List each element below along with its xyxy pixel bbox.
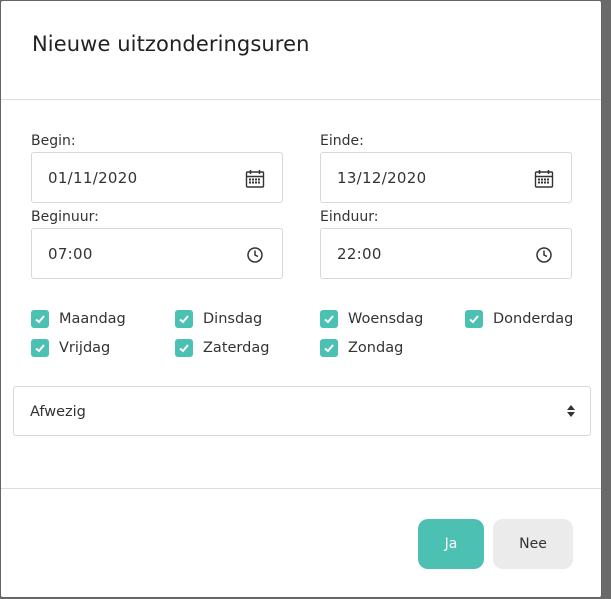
end-time-label: Einduur: <box>320 209 379 225</box>
checkmark-icon[interactable] <box>465 310 483 328</box>
end-label: Einde: <box>320 133 364 149</box>
end-time-field[interactable]: 22:00 <box>320 228 572 279</box>
calendar-icon[interactable] <box>245 169 265 189</box>
begin-date-value: 01/11/2020 <box>48 169 138 187</box>
day-label: Vrijdag <box>59 340 111 356</box>
end-time-value: 22:00 <box>337 245 382 263</box>
day-label: Woensdag <box>348 311 424 327</box>
calendar-icon[interactable] <box>534 169 554 189</box>
start-time-label: Beginuur: <box>31 209 99 225</box>
day-label: Dinsdag <box>203 311 263 327</box>
day-checkbox-vrijdag[interactable]: Vrijdag <box>31 339 110 357</box>
day-checkbox-zondag[interactable]: Zondag <box>320 339 403 357</box>
checkmark-icon[interactable] <box>175 339 193 357</box>
no-button[interactable]: Nee <box>493 519 573 569</box>
day-checkbox-zaterdag[interactable]: Zaterdag <box>175 339 269 357</box>
day-label: Zaterdag <box>203 340 270 356</box>
exception-hours-modal: Nieuwe uitzonderingsuren Begin: 01/11/20… <box>1 1 601 597</box>
checkmark-icon[interactable] <box>175 310 193 328</box>
day-label: Zondag <box>348 340 404 356</box>
checkmark-icon[interactable] <box>31 310 49 328</box>
status-select[interactable]: Afwezig <box>13 386 591 436</box>
sort-arrows-icon[interactable] <box>566 403 576 419</box>
clock-icon[interactable] <box>245 245 265 265</box>
day-checkbox-dinsdag[interactable]: Dinsdag <box>175 310 262 328</box>
day-label: Donderdag <box>493 311 574 327</box>
checkmark-icon[interactable] <box>31 339 49 357</box>
day-checkbox-maandag[interactable]: Maandag <box>31 310 126 328</box>
end-date-value: 13/12/2020 <box>337 169 427 187</box>
modal-title: Nieuwe uitzonderingsuren <box>32 32 310 56</box>
clock-icon[interactable] <box>534 245 554 265</box>
day-label: Maandag <box>59 311 126 327</box>
checkmark-icon[interactable] <box>320 339 338 357</box>
day-checkbox-woensdag[interactable]: Woensdag <box>320 310 423 328</box>
status-select-value: Afwezig <box>30 404 86 420</box>
checkmark-icon[interactable] <box>320 310 338 328</box>
modal-header: Nieuwe uitzonderingsuren <box>1 1 601 100</box>
yes-button[interactable]: Ja <box>418 519 484 569</box>
end-date-field[interactable]: 13/12/2020 <box>320 152 572 203</box>
footer-divider <box>1 488 601 489</box>
begin-date-field[interactable]: 01/11/2020 <box>31 152 283 203</box>
start-time-value: 07:00 <box>48 245 93 263</box>
begin-label: Begin: <box>31 133 76 149</box>
start-time-field[interactable]: 07:00 <box>31 228 283 279</box>
day-checkbox-donderdag[interactable]: Donderdag <box>465 310 573 328</box>
